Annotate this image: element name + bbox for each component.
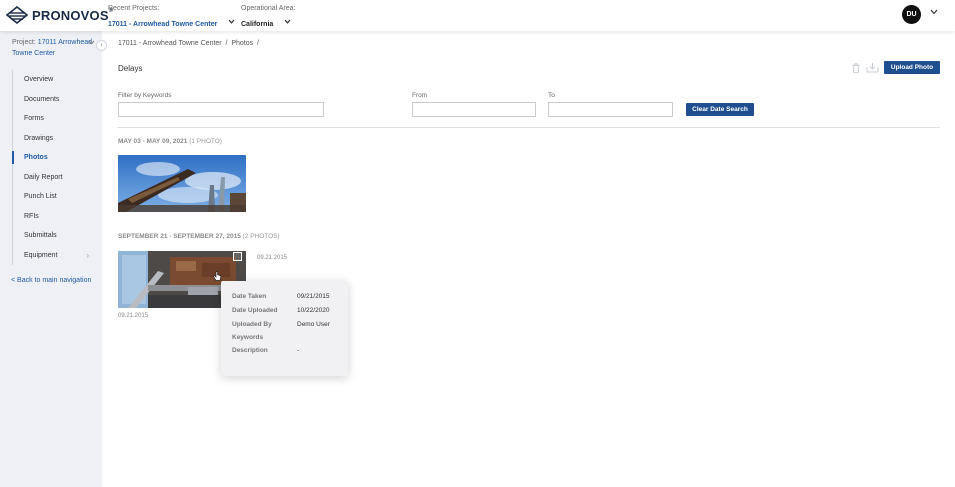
user-menu-chevron-icon[interactable] — [930, 9, 938, 15]
divider — [117, 127, 940, 128]
popup-label: Keywords — [232, 334, 264, 341]
to-date-input[interactable] — [548, 102, 673, 117]
sidebar-item-documents[interactable]: Documents — [13, 90, 98, 110]
photo-group-header: MAY 03 - MAY 09, 2021 (1 PHOTO) — [118, 138, 222, 145]
project-prefix: Project: — [12, 39, 36, 46]
project-chevron-down-icon[interactable] — [88, 40, 95, 45]
popup-label: Description — [232, 347, 268, 354]
group-date-range: SEPTEMBER 21 - SEPTEMBER 27, 2015 — [118, 233, 241, 240]
sidebar-item-equipment[interactable]: Equipment › — [13, 246, 98, 266]
operational-area-selector[interactable]: Operational Area: California — [241, 4, 295, 31]
top-bar: PRONOVOS® Recent Projects: 17011 - Arrow… — [0, 0, 955, 31]
to-date-label: To — [548, 92, 555, 99]
logo-mark-icon — [6, 6, 28, 24]
keywords-filter-label: Filter by Keywords — [118, 92, 172, 99]
collapse-sidebar-button[interactable]: ‹ — [96, 40, 107, 51]
photo-date: 09.21.2015 — [118, 313, 149, 319]
sidebar-nav: Overview Documents Forms Drawings Photos… — [12, 70, 98, 265]
user-avatar[interactable]: DU — [902, 5, 921, 24]
popup-value: Demo User — [297, 321, 330, 328]
trash-icon[interactable] — [852, 63, 860, 73]
popup-label: Date Uploaded — [232, 307, 278, 314]
popup-label: Date Taken — [232, 293, 267, 300]
recent-projects-label: Recent Projects: — [108, 5, 160, 12]
group-photo-count: (1 PHOTO) — [189, 138, 222, 145]
download-icon[interactable] — [866, 62, 879, 73]
sidebar-item-drawings[interactable]: Drawings — [13, 129, 98, 149]
popup-row-keywords: Keywords — [232, 334, 263, 341]
sidebar-item-overview[interactable]: Overview — [13, 70, 98, 90]
recent-projects-selector[interactable]: Recent Projects: 17011 - Arrowhead Towne… — [108, 4, 235, 31]
page-title: Delays — [118, 64, 143, 73]
sidebar-item-daily-report[interactable]: Daily Report — [13, 168, 98, 188]
group-photo-count: (2 PHOTOS) — [242, 233, 280, 240]
upload-photo-button[interactable]: Upload Photo — [884, 61, 940, 74]
recent-projects-value[interactable]: 17011 - Arrowhead Towne Center — [108, 19, 217, 31]
project-title[interactable]: Project: 17011 Arrowhead Towne Center — [12, 38, 94, 59]
popup-row-date-uploaded: Date Uploaded 10/22/2020 — [232, 307, 330, 314]
sidebar: Project: 17011 Arrowhead Towne Center ‹ … — [0, 31, 107, 487]
logo-text: PRONOVOS® — [32, 7, 114, 23]
from-date-label: From — [412, 92, 428, 99]
back-to-main-navigation-link[interactable]: < Back to main navigation — [11, 277, 91, 284]
operational-area-label: Operational Area: — [241, 5, 296, 12]
popup-row-description: Description - — [232, 347, 299, 354]
popup-label: Uploaded By — [232, 321, 272, 328]
sidebar-item-photos[interactable]: Photos — [12, 148, 98, 168]
chevron-down-icon[interactable] — [284, 19, 291, 24]
photo-thumbnail[interactable] — [118, 155, 246, 212]
photo-group-header: SEPTEMBER 21 - SEPTEMBER 27, 2015 (2 PHO… — [118, 233, 280, 240]
pronovos-logo[interactable]: PRONOVOS® — [6, 6, 113, 24]
operational-area-value[interactable]: California — [241, 19, 273, 31]
popup-value: 10/22/2020 — [297, 307, 330, 314]
popup-value: - — [297, 347, 300, 354]
breadcrumb[interactable]: 17011 - Arrowhead Towne Center / Photos … — [118, 40, 259, 47]
sidebar-item-submittals[interactable]: Submittals — [13, 226, 98, 246]
sidebar-item-rfis[interactable]: RFIs — [13, 207, 98, 227]
popup-row-date-taken: Date Taken 09/21/2015 — [232, 293, 330, 300]
from-date-input[interactable] — [412, 102, 536, 117]
popup-row-uploaded-by: Uploaded By Demo User — [232, 321, 330, 328]
sidebar-item-forms[interactable]: Forms — [13, 109, 98, 129]
clear-date-search-button[interactable]: Clear Date Search — [686, 103, 754, 116]
group-date-range: MAY 03 - MAY 09, 2021 — [118, 138, 188, 145]
photo-date: 09.21.2015 — [257, 255, 288, 261]
chevron-right-icon: › — [86, 250, 89, 260]
chevron-down-icon[interactable] — [228, 19, 235, 24]
sidebar-item-label: Equipment — [24, 251, 58, 259]
popup-value: 09/21/2015 — [297, 293, 330, 300]
photo-details-popup: Date Taken 09/21/2015 Date Uploaded 10/2… — [221, 281, 348, 376]
sidebar-item-punch-list[interactable]: Punch List — [13, 187, 98, 207]
keywords-filter-input[interactable] — [118, 102, 324, 117]
photo-select-checkbox[interactable] — [233, 252, 242, 261]
